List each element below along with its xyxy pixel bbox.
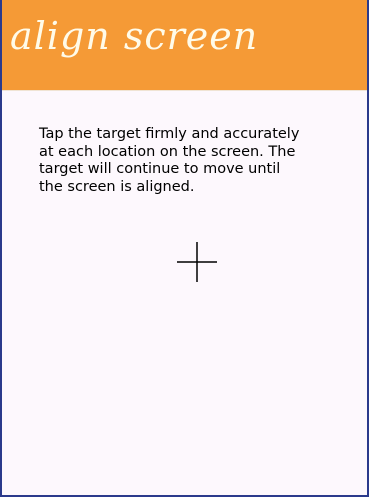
instruction-line: at each location on the screen. The — [39, 143, 296, 160]
align-screen-window: align screen Tap the target firmly and a… — [0, 0, 369, 497]
header-bar: align screen — [2, 0, 367, 90]
instructions-text: Tap the target firmly and accurately at … — [39, 126, 349, 196]
instruction-line: Tap the target firmly and accurately — [39, 126, 300, 142]
content-area[interactable]: Tap the target firmly and accurately at … — [2, 91, 367, 495]
page-title: align screen — [10, 14, 259, 58]
instruction-line: the screen is aligned. — [39, 178, 195, 195]
calibration-target[interactable] — [177, 242, 217, 282]
crosshair-icon — [177, 242, 217, 282]
instruction-line: target will continue to move until — [39, 161, 281, 177]
